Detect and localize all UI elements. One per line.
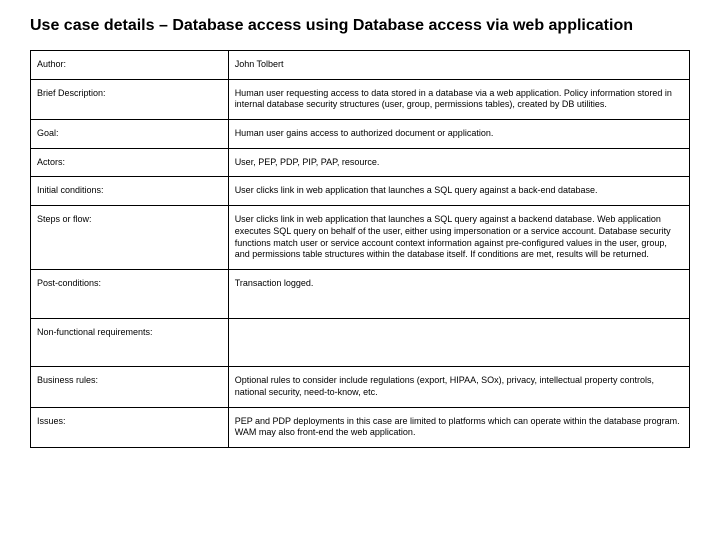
row-label: Initial conditions: [31, 177, 229, 206]
page-title: Use case details – Database access using… [30, 16, 690, 36]
table-row: Non-functional requirements: [31, 318, 690, 367]
table-row: Business rules:Optional rules to conside… [31, 367, 690, 407]
row-label: Business rules: [31, 367, 229, 407]
row-value: Human user requesting access to data sto… [228, 79, 689, 119]
row-label: Author: [31, 51, 229, 80]
row-label: Non-functional requirements: [31, 318, 229, 367]
page: Use case details – Database access using… [0, 0, 720, 468]
row-label: Brief Description: [31, 79, 229, 119]
row-value [228, 318, 689, 367]
table-row: Author:John Tolbert [31, 51, 690, 80]
table-row: Goal:Human user gains access to authoriz… [31, 120, 690, 149]
row-value: PEP and PDP deployments in this case are… [228, 407, 689, 447]
usecase-table-body: Author:John TolbertBrief Description:Hum… [31, 51, 690, 448]
table-row: Issues:PEP and PDP deployments in this c… [31, 407, 690, 447]
table-row: Brief Description:Human user requesting … [31, 79, 690, 119]
row-value: User clicks link in web application that… [228, 206, 689, 270]
row-value: User, PEP, PDP, PIP, PAP, resource. [228, 148, 689, 177]
table-row: Actors:User, PEP, PDP, PIP, PAP, resourc… [31, 148, 690, 177]
table-row: Post-conditions:Transaction logged. [31, 269, 690, 318]
table-row: Initial conditions:User clicks link in w… [31, 177, 690, 206]
table-row: Steps or flow:User clicks link in web ap… [31, 206, 690, 270]
row-label: Steps or flow: [31, 206, 229, 270]
row-label: Actors: [31, 148, 229, 177]
row-value: Transaction logged. [228, 269, 689, 318]
row-label: Goal: [31, 120, 229, 149]
usecase-table: Author:John TolbertBrief Description:Hum… [30, 50, 690, 448]
row-label: Issues: [31, 407, 229, 447]
row-value: John Tolbert [228, 51, 689, 80]
row-value: User clicks link in web application that… [228, 177, 689, 206]
row-value: Optional rules to consider include regul… [228, 367, 689, 407]
row-label: Post-conditions: [31, 269, 229, 318]
row-value: Human user gains access to authorized do… [228, 120, 689, 149]
